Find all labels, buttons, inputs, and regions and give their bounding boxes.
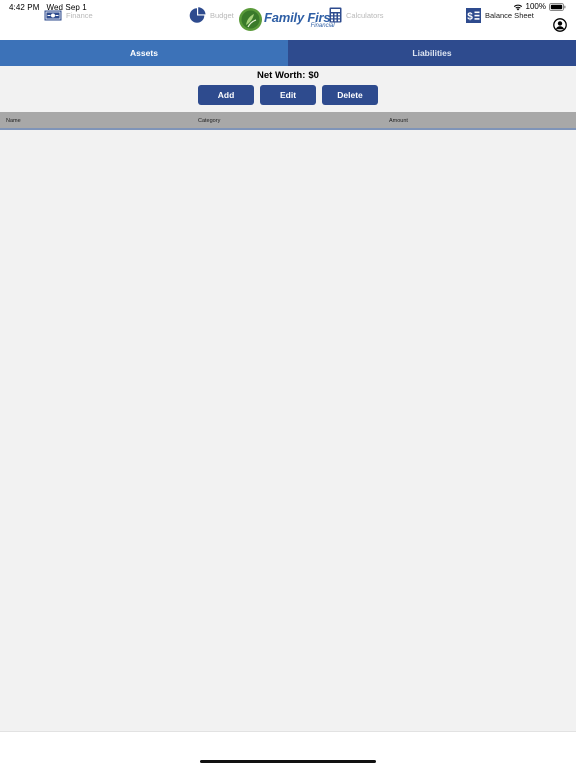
tab-bar-label-balance-sheet: Balance Sheet: [485, 10, 534, 20]
logo-text: Family First Financial: [264, 11, 335, 29]
column-header-category[interactable]: Category: [198, 118, 220, 124]
home-indicator[interactable]: [200, 760, 376, 763]
action-buttons: Add Edit Delete: [198, 85, 378, 105]
column-header-name[interactable]: Name: [6, 118, 21, 124]
add-button[interactable]: Add: [198, 85, 254, 105]
tab-bar-label-budget: Budget: [210, 10, 234, 20]
net-worth-summary: Net Worth: $0: [0, 70, 576, 81]
tab-bar-item-calculators[interactable]: Calculators: [329, 7, 384, 23]
svg-text:$: $: [467, 11, 473, 22]
balance-sheet-icon: $: [466, 7, 481, 23]
status-clock: 4:42 PM: [9, 3, 40, 12]
battery-icon: [549, 2, 566, 11]
tab-liabilities[interactable]: Liabilities: [288, 40, 576, 66]
money-bill-icon: [44, 10, 62, 20]
tab-bar-item-balance-sheet[interactable]: $ Balance Sheet: [466, 7, 534, 23]
table-header: Name Category Amount: [0, 112, 576, 130]
tab-bar-item-budget[interactable]: Budget: [189, 6, 234, 23]
logo-subtitle: Financial: [310, 22, 335, 29]
logo-leaf-icon: [239, 8, 262, 31]
net-worth-value: $0: [308, 70, 319, 81]
tab-assets[interactable]: Assets: [0, 40, 288, 66]
app-logo: Family First Financial: [238, 7, 335, 32]
person-circle-icon[interactable]: [553, 18, 567, 32]
calculator-icon: [329, 7, 342, 23]
delete-button[interactable]: Delete: [322, 85, 378, 105]
edit-button[interactable]: Edit: [260, 85, 316, 105]
tab-bar-item-finance[interactable]: Finance: [44, 7, 93, 23]
column-header-amount[interactable]: Amount: [389, 118, 408, 124]
pie-chart-icon: [189, 6, 206, 23]
net-worth-label: Net Worth:: [257, 70, 306, 81]
segmented-tabs: Assets Liabilities: [0, 40, 576, 66]
tab-bar-label-finance: Finance: [66, 10, 93, 20]
tab-bar-label-calculators: Calculators: [346, 10, 384, 20]
